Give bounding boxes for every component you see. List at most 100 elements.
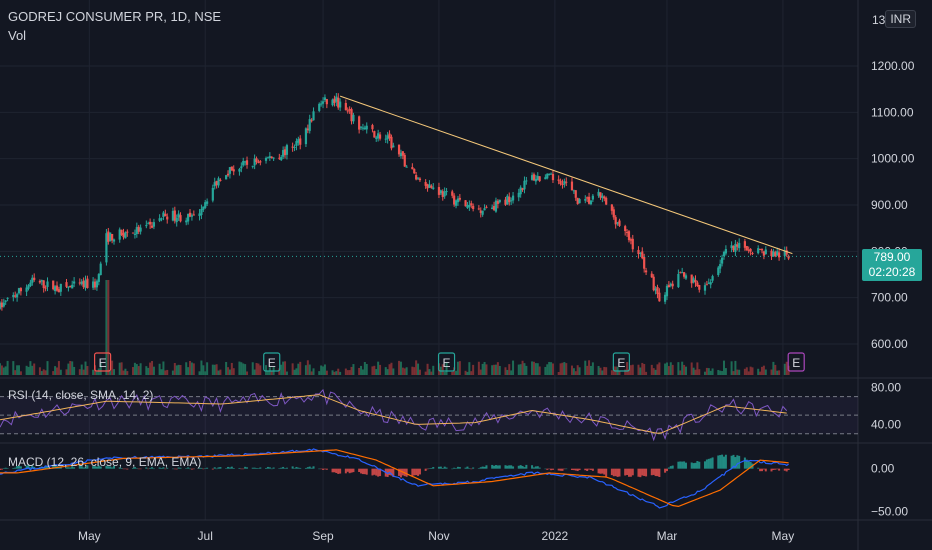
macd-histogram-bar: [681, 461, 684, 469]
candle: [4, 300, 7, 302]
candle: [443, 191, 446, 197]
volume-bar: [677, 362, 680, 375]
volume-bar: [724, 368, 727, 375]
volume-bar: [711, 368, 714, 375]
candle: [358, 116, 361, 130]
candle: [762, 251, 765, 256]
volume-bar: [225, 361, 228, 375]
candle: [14, 295, 17, 297]
volume-bar: [745, 367, 748, 375]
candle: [42, 280, 45, 288]
candle: [25, 287, 28, 292]
volume-bar: [361, 369, 364, 375]
volume-bar: [426, 363, 429, 375]
volume-bar: [764, 369, 767, 375]
candle: [352, 114, 355, 122]
volume-bar: [139, 363, 142, 375]
currency-badge[interactable]: INR: [885, 10, 916, 28]
volume-bar: [80, 364, 83, 375]
volume-bar: [468, 362, 471, 375]
volume-bar: [325, 370, 328, 375]
macd-histogram-bar: [721, 454, 724, 469]
volume-bar: [717, 369, 720, 375]
volume-bar: [253, 369, 256, 375]
candle: [255, 158, 258, 162]
macd-histogram-bar: [785, 468, 788, 472]
time-tick-label: 2022: [542, 529, 569, 543]
macd-histogram-bar: [299, 467, 302, 469]
macd-histogram-bar: [483, 466, 486, 469]
volume-bar: [403, 368, 406, 375]
volume-bar: [339, 371, 342, 375]
trendline: [339, 95, 793, 255]
candle: [565, 181, 568, 183]
candle: [411, 167, 414, 170]
macd-tick-label: −50.00: [871, 504, 908, 518]
candle: [496, 201, 499, 204]
candle: [413, 168, 416, 174]
volume-bar: [658, 362, 661, 375]
macd-histogram-bar: [418, 468, 421, 475]
macd-histogram-bar: [637, 468, 640, 477]
volume-bar: [694, 369, 697, 375]
volume-bar: [757, 368, 760, 375]
volume-bar: [46, 361, 49, 375]
candle: [671, 283, 674, 287]
macd-histogram-bar: [498, 465, 501, 469]
candle: [270, 156, 273, 158]
candle: [658, 292, 661, 302]
candle: [280, 157, 283, 161]
volume-bar: [732, 371, 735, 375]
candle: [481, 210, 484, 215]
macd-histogram-bar: [624, 468, 627, 476]
macd-histogram-bar: [437, 466, 440, 469]
macd-histogram-bar: [626, 468, 629, 475]
volume-bar: [738, 369, 741, 375]
candle: [118, 229, 121, 240]
volume-bar: [215, 364, 218, 375]
macd-histogram-bar: [694, 462, 697, 469]
candle: [204, 202, 207, 208]
macd-histogram-bar: [654, 468, 657, 477]
candle: [415, 175, 418, 180]
volume-bar: [92, 369, 95, 375]
macd-histogram-bar: [519, 465, 522, 469]
volume-bar: [470, 371, 473, 375]
candle: [601, 195, 604, 199]
volume-bar: [323, 364, 326, 375]
macd-histogram-bar: [496, 465, 499, 469]
candle: [724, 249, 727, 254]
candle: [669, 283, 672, 286]
macd-histogram-bar: [588, 468, 591, 470]
volume-bar: [641, 362, 644, 375]
candle: [19, 288, 23, 292]
candle: [587, 196, 591, 204]
candle: [652, 276, 655, 291]
volume-bar: [570, 365, 573, 375]
volume-bar: [399, 361, 402, 375]
rsi-tick-label: 40.00: [871, 417, 901, 431]
candle: [719, 264, 722, 269]
macd-histogram-bar: [523, 467, 526, 469]
volume-bar: [664, 363, 667, 375]
candle: [198, 213, 201, 217]
volume-bar: [671, 364, 674, 375]
volume-bar: [132, 367, 135, 375]
rsi-label: RSI (14, close, SMA, 14, 2): [8, 388, 154, 402]
price-tick-label: 13: [872, 13, 886, 27]
volume-bar: [192, 363, 195, 375]
candle: [202, 206, 205, 210]
volume-bar: [679, 370, 682, 375]
candle: [0, 302, 4, 308]
macd-histogram-bar: [531, 465, 534, 469]
volume-bar: [206, 362, 209, 375]
volume-bar: [601, 370, 604, 375]
macd-histogram-bar: [730, 455, 733, 469]
macd-histogram-bar: [230, 466, 233, 469]
candle: [206, 201, 209, 204]
macd-histogram-bar: [244, 466, 247, 469]
candle: [551, 173, 555, 181]
candle: [337, 97, 340, 108]
candle: [80, 281, 83, 284]
volume-bar: [415, 360, 418, 375]
